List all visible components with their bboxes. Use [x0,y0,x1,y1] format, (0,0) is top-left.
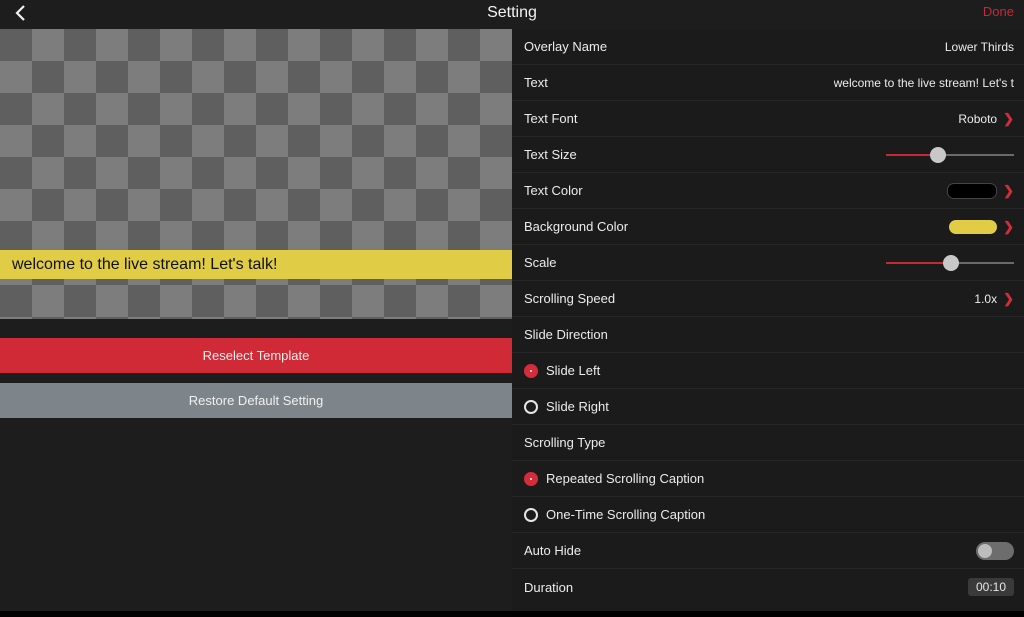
slide-right-radio[interactable] [524,399,538,414]
scrolling-speed-label: Scrolling Speed [524,291,616,306]
text-font-value: Roboto [958,111,998,126]
text-row[interactable]: Text welcome to the live stream! Let's t [512,65,1024,101]
text-font-row[interactable]: Text Font Roboto ❯ [512,101,1024,137]
auto-hide-toggle-knob [978,543,992,558]
auto-hide-label: Auto Hide [524,543,582,558]
repeated-scrolling-option[interactable]: Repeated Scrolling Caption [512,461,1024,497]
auto-hide-toggle[interactable] [976,541,1014,560]
text-size-slider[interactable] [886,146,1014,163]
scale-slider[interactable] [886,254,1014,271]
chevron-right-icon: ❯ [1003,291,1014,306]
caption-bar: welcome to the live stream! Let's talk! [0,250,512,279]
chevron-right-icon: ❯ [1003,219,1014,234]
slide-left-label: Slide Left [546,363,601,378]
background-color-swatch [949,219,998,234]
reselect-template-button[interactable]: Reselect Template [0,338,512,373]
text-color-swatch [947,182,998,199]
chevron-right-icon: ❯ [1003,183,1014,198]
slide-direction-heading-row: Slide Direction [512,317,1024,353]
text-value: welcome to the live stream! Let's t [833,75,1014,90]
scrolling-type-label: Scrolling Type [524,435,606,450]
one-time-scrolling-radio[interactable] [524,507,538,522]
slide-left-option[interactable]: Slide Left [512,353,1024,389]
text-label: Text [524,75,548,90]
text-size-row: Text Size [512,137,1024,173]
background-color-row[interactable]: Background Color ❯ [512,209,1024,245]
top-bar: Setting Done [0,0,1024,28]
repeated-scrolling-radio[interactable] [524,471,538,486]
scale-slider-fill [886,261,952,264]
done-button[interactable]: Done [983,0,1014,24]
text-color-row[interactable]: Text Color ❯ [512,173,1024,209]
text-size-slider-handle[interactable] [930,146,947,163]
repeated-scrolling-label: Repeated Scrolling Caption [546,471,705,486]
slide-direction-label: Slide Direction [524,327,608,342]
slide-right-label: Slide Right [546,399,609,414]
auto-hide-row: Auto Hide [512,533,1024,569]
scale-slider-handle[interactable] [943,254,960,271]
overlay-preview: welcome to the live stream! Let's talk! [0,29,512,319]
one-time-scrolling-option[interactable]: One-Time Scrolling Caption [512,497,1024,533]
text-color-label: Text Color [524,183,583,198]
scrolling-speed-row[interactable]: Scrolling Speed 1.0x ❯ [512,281,1024,317]
scrolling-type-heading-row: Scrolling Type [512,425,1024,461]
scale-row: Scale [512,245,1024,281]
overlay-name-label: Overlay Name [524,39,608,54]
scale-label: Scale [524,255,557,270]
text-font-label: Text Font [524,111,578,126]
overlay-name-value: Lower Thirds [944,39,1014,54]
text-size-label: Text Size [524,147,577,162]
slide-left-radio[interactable] [524,363,538,378]
duration-label: Duration [524,579,574,595]
restore-default-button[interactable]: Restore Default Setting [0,383,512,418]
slide-right-option[interactable]: Slide Right [512,389,1024,425]
bottom-strip [0,611,1024,617]
settings-panel: Overlay Name Lower Thirds Text welcome t… [512,29,1024,611]
duration-value[interactable]: 00:10 [967,578,1014,596]
scrolling-speed-value: 1.0x [974,291,998,306]
one-time-scrolling-label: One-Time Scrolling Caption [546,507,706,522]
duration-row: Duration 00:10 [512,569,1024,605]
overlay-name-row[interactable]: Overlay Name Lower Thirds [512,29,1024,65]
page-title: Setting [487,4,537,21]
chevron-right-icon: ❯ [1003,111,1014,126]
background-color-label: Background Color [524,219,629,234]
